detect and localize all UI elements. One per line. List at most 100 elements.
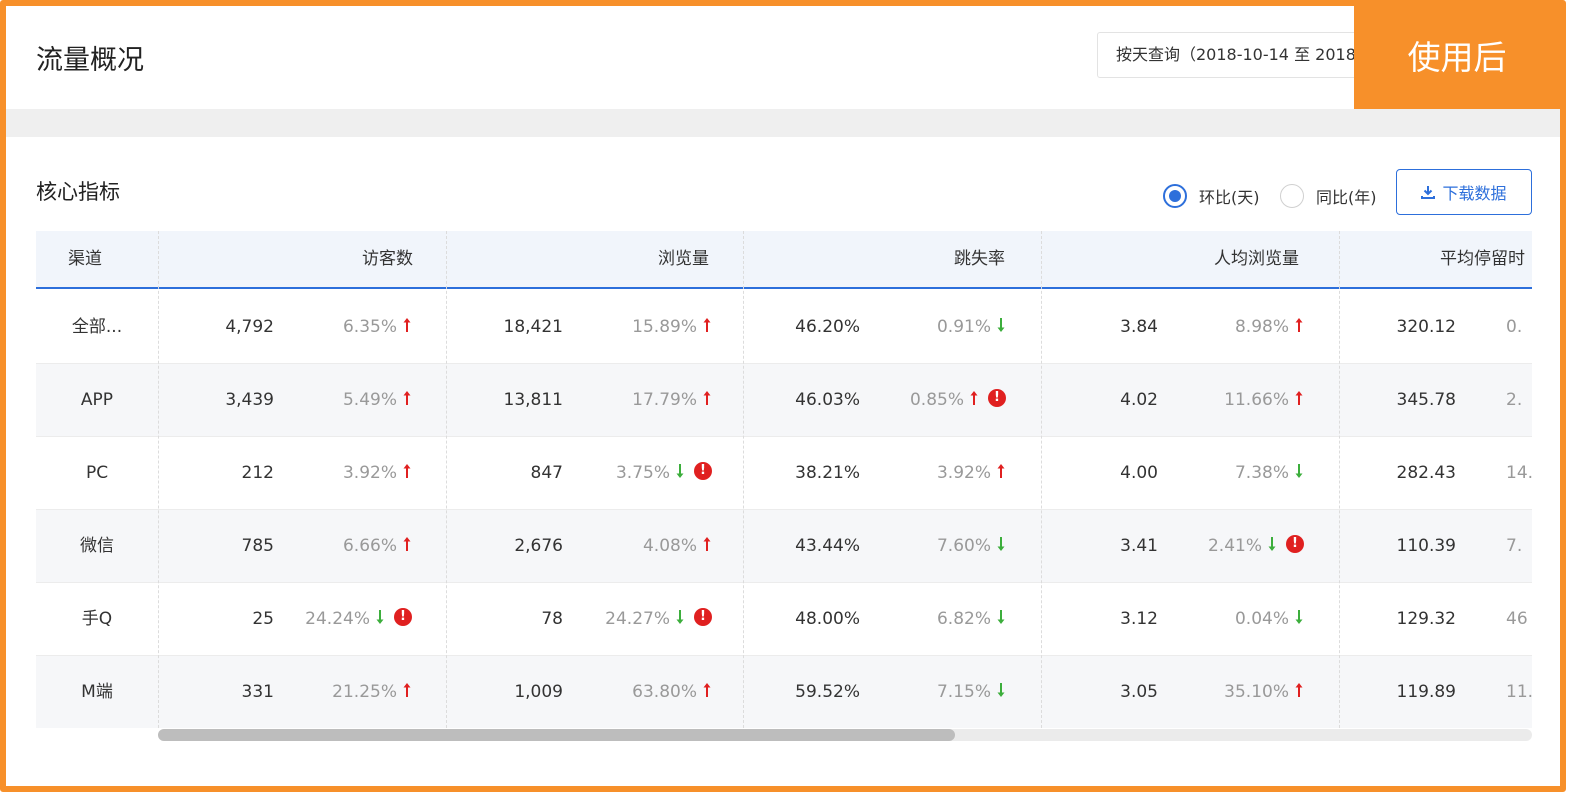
- app-frame: 流量概况 按天查询（2018-10-14 至 2018-10-14） 使用后 核…: [0, 0, 1566, 792]
- cell-value: 110.39: [1396, 536, 1456, 556]
- column-divider: [1339, 231, 1340, 728]
- change-percent: 6.66%: [342, 536, 397, 556]
- col-visitors[interactable]: 访客数: [362, 231, 413, 287]
- alert-icon[interactable]: !: [988, 389, 1006, 407]
- cell-change: 24.24%!: [305, 583, 412, 656]
- section-title: 核心指标: [36, 180, 120, 204]
- cell-change: 24.27%!: [605, 583, 712, 656]
- cell-value: 18,421: [503, 317, 563, 337]
- cell-channel: PC: [85, 463, 109, 483]
- arrow-down-icon: [376, 610, 384, 624]
- change-percent: 21.25%: [332, 682, 397, 702]
- column-divider: [158, 231, 159, 728]
- cell-channel: 手Q: [81, 609, 113, 629]
- change-percent: 63.80%: [632, 682, 697, 702]
- cell-value: 4.02: [1120, 390, 1158, 410]
- cell-channel: 全部...: [71, 317, 123, 337]
- arrow-down-icon: [1268, 537, 1276, 551]
- radio-mom[interactable]: 环比(天): [1163, 181, 1260, 211]
- change-percent: 7.15%: [936, 682, 991, 702]
- cell-value: 3,439: [225, 390, 274, 410]
- cell-change: 3.92%: [343, 437, 412, 510]
- change-percent: 7.60%: [936, 536, 991, 556]
- cell-value: 129.32: [1396, 609, 1456, 629]
- change-percent: 2.41%: [1207, 536, 1262, 556]
- cell-value: 59.52%: [795, 682, 860, 702]
- cell-value: 48.00%: [795, 609, 860, 629]
- radio-yoy-circle: [1280, 184, 1304, 208]
- cell-change: 2.41%!: [1208, 510, 1304, 583]
- col-pv[interactable]: 浏览量: [658, 231, 709, 287]
- date-query-select[interactable]: 按天查询（2018-10-14 至 2018-10-14）: [1097, 32, 1377, 78]
- col-bounce[interactable]: 跳失率: [954, 231, 1005, 287]
- cell-value: 3.05: [1120, 682, 1158, 702]
- alert-icon[interactable]: !: [694, 462, 712, 480]
- col-avg-pv[interactable]: 人均浏览量: [1214, 231, 1299, 287]
- table-row[interactable]: M端 331 21.25% 1,009 63.80% 59.52% 7.15% 3.05 35.…: [36, 656, 1532, 728]
- cell-change: 7.60%: [937, 510, 1006, 583]
- change-percent: 24.27%: [605, 609, 670, 629]
- alert-icon[interactable]: !: [1286, 535, 1304, 553]
- alert-icon[interactable]: !: [694, 608, 712, 626]
- cell-change: 7.15%: [937, 656, 1006, 728]
- change-percent: 3.75%: [615, 463, 670, 483]
- table-row[interactable]: 微信 785 6.66% 2,676 4.08% 43.44% 7.60% 3.41 2.41%…: [36, 510, 1532, 583]
- download-icon: [1421, 186, 1436, 199]
- cell-channel: M端: [81, 682, 113, 702]
- cell-value: 38.21%: [795, 463, 860, 483]
- change-percent: 5.49%: [342, 390, 397, 410]
- table-row[interactable]: 全部... 4,792 6.35% 18,421 15.89% 46.20% 0.91% 3.…: [36, 291, 1532, 364]
- cell-change: 17.79%: [632, 364, 712, 437]
- cell-value: 2,676: [514, 536, 563, 556]
- col-avg-stay[interactable]: 平均停留时: [1440, 231, 1525, 287]
- arrow-down-icon: [997, 537, 1005, 551]
- cell-change: 0.91%: [937, 291, 1006, 364]
- change-percent: 7.38%: [1234, 463, 1289, 483]
- arrow-up-icon: [703, 391, 711, 405]
- cell-value: 331: [241, 682, 274, 702]
- change-percent: 46: [1506, 609, 1528, 629]
- cell-change: 3.75%!: [616, 437, 712, 510]
- change-percent: 3.92%: [342, 463, 397, 483]
- cell-value: 119.89: [1396, 682, 1456, 702]
- arrow-up-icon: [1295, 318, 1303, 332]
- radio-mom-label: 环比(天): [1199, 188, 1260, 207]
- cell-channel: 微信: [80, 536, 114, 556]
- cell-change: 0.04%: [1235, 583, 1304, 656]
- table-row[interactable]: APP 3,439 5.49% 13,811 17.79% 46.03% 0.85%! 4.0…: [36, 364, 1532, 437]
- arrow-up-icon: [703, 537, 711, 551]
- alert-icon[interactable]: !: [394, 608, 412, 626]
- change-percent: 11.: [1506, 682, 1532, 702]
- radio-yoy[interactable]: 同比(年): [1280, 181, 1377, 211]
- cell-value: 847: [530, 463, 563, 483]
- arrow-up-icon: [403, 464, 411, 478]
- radio-yoy-label: 同比(年): [1316, 188, 1377, 207]
- change-percent: 6.35%: [342, 317, 397, 337]
- cell-change: 0.85%!: [910, 364, 1006, 437]
- arrow-down-icon: [676, 610, 684, 624]
- arrow-down-icon: [997, 683, 1005, 697]
- cell-change: 63.80%: [632, 656, 712, 728]
- download-data-button[interactable]: 下载数据: [1396, 169, 1532, 215]
- change-percent: 8.98%: [1234, 317, 1289, 337]
- header-divider-band: [6, 109, 1560, 137]
- arrow-up-icon: [1295, 683, 1303, 697]
- table-row[interactable]: PC 212 3.92% 847 3.75%! 38.21% 3.92% 4.00 7.38% 2…: [36, 437, 1532, 510]
- page-title: 流量概况: [36, 45, 144, 76]
- cell-value: 282.43: [1396, 463, 1456, 483]
- table-row[interactable]: 手Q 25 24.24%! 78 24.27%! 48.00% 6.82% 3.12 0.04%…: [36, 583, 1532, 656]
- change-percent: 0.04%: [1234, 609, 1289, 629]
- scrollbar-thumb[interactable]: [158, 729, 955, 741]
- table-header: 渠道 访客数 浏览量 跳失率 人均浏览量 平均停留时: [36, 231, 1532, 289]
- cell-value: 13,811: [503, 390, 563, 410]
- cell-change: 5.49%: [343, 364, 412, 437]
- change-percent: 0.: [1506, 317, 1523, 337]
- change-percent: 0.85%: [909, 390, 964, 410]
- cell-change: 6.82%: [937, 583, 1006, 656]
- col-channel[interactable]: 渠道: [68, 231, 102, 287]
- cell-change: 21.25%: [332, 656, 412, 728]
- radio-mom-circle: [1163, 184, 1187, 208]
- cell-change: 3.92%: [937, 437, 1006, 510]
- change-percent: 14.: [1506, 463, 1532, 483]
- arrow-down-icon: [997, 318, 1005, 332]
